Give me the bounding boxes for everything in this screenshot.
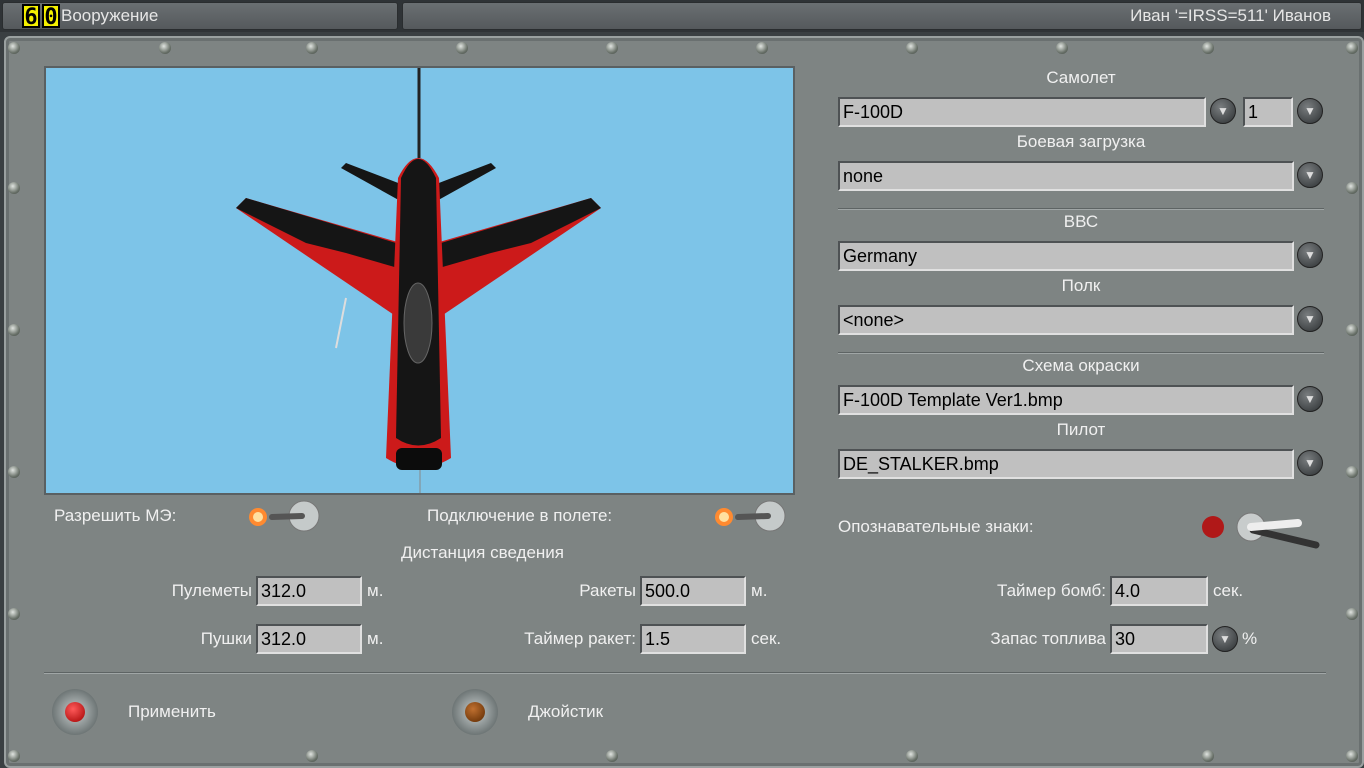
screw-icon [606,750,618,762]
bomb-timer-unit: сек. [1213,581,1244,600]
aircraft-count-select[interactable]: 1 [1243,97,1293,127]
title-bar: Вооружение 60 Иван '=IRSS=511' Иванов [0,0,1364,32]
mg-label: Пулеметы [171,581,252,600]
joystick-button[interactable] [452,689,498,735]
chevron-down-icon[interactable]: ▼ [1212,626,1238,652]
screw-icon [1202,750,1214,762]
screw-icon [1346,466,1358,478]
rockets-label: Ракеты [579,581,636,600]
markings-label: Опознавательные знаки: [838,517,1034,536]
fps-digit: 6 [22,4,40,30]
mg-input[interactable]: 312.0 [256,576,362,606]
loadout-label: Боевая загрузка [1016,132,1146,151]
page-title: Вооружение [61,6,159,25]
cannon-label: Пушки [200,629,252,648]
rocket-timer-label: Таймер ракет: [524,629,636,648]
apply-label[interactable]: Применить [128,702,216,722]
inflight-join-label: Подключение в полете: [427,506,613,525]
screw-icon [1346,182,1358,194]
screw-icon [906,42,918,54]
fps-digit: 0 [42,4,60,30]
chevron-down-icon[interactable]: ▼ [1297,450,1323,476]
chevron-down-icon[interactable]: ▼ [1297,386,1323,412]
rocket-timer-input[interactable]: 1.5 [640,624,746,654]
screw-icon [8,750,20,762]
chevron-down-icon[interactable]: ▼ [1297,306,1323,332]
divider [838,208,1324,210]
bomb-timer-input[interactable]: 4.0 [1110,576,1208,606]
skin-select[interactable]: F-100D Template Ver1.bmp [838,385,1294,415]
screw-icon [306,42,318,54]
mg-unit: м. [367,581,384,600]
screw-icon [906,750,918,762]
pilot-select[interactable]: DE_STALKER.bmp [838,449,1294,479]
tab-title: Вооружение [2,2,398,30]
screw-icon [8,608,20,620]
chevron-down-icon[interactable]: ▼ [1297,98,1323,124]
screw-icon [1346,750,1358,762]
bomb-timer-label: Таймер бомб: [996,581,1106,600]
cannon-unit: м. [367,629,384,648]
screw-icon [306,750,318,762]
screw-icon [1346,324,1358,336]
fps-counter: 60 [22,4,60,30]
user-name: Иван '=IRSS=511' Иванов [1130,6,1331,25]
chevron-down-icon[interactable]: ▼ [1210,98,1236,124]
apply-button[interactable] [52,689,98,735]
allow-me-toggle[interactable] [242,500,324,534]
rocket-timer-unit: сек. [751,629,782,648]
screw-icon [756,42,768,54]
chevron-down-icon[interactable]: ▼ [1297,242,1323,268]
joystick-label[interactable]: Джойстик [528,702,603,722]
screw-icon [1056,42,1068,54]
air-force-label: ВВС [1063,212,1099,231]
chevron-down-icon[interactable]: ▼ [1297,162,1323,188]
screw-icon [8,182,20,194]
screw-icon [8,42,20,54]
divider [44,672,1326,674]
aircraft-model-icon [236,68,601,493]
screw-icon [8,466,20,478]
fuel-unit: % [1242,629,1258,648]
inflight-join-toggle[interactable] [708,500,790,534]
cannon-input[interactable]: 312.0 [256,624,362,654]
regiment-label: Полк [1061,276,1101,295]
screw-icon [1346,42,1358,54]
screw-icon [456,42,468,54]
air-force-select[interactable]: Germany [838,241,1294,271]
screw-icon [159,42,171,54]
convergence-title: Дистанция сведения [401,543,564,562]
rockets-unit: м. [751,581,768,600]
aircraft-label: Самолет [1046,68,1116,87]
skin-label: Схема окраски [1022,356,1140,375]
fuel-label: Запас топлива [990,629,1106,648]
aircraft-select[interactable]: F-100D [838,97,1206,127]
user-tab: Иван '=IRSS=511' Иванов [402,2,1362,30]
allow-me-label: Разрешить МЭ: [54,506,177,525]
markings-toggle-switch[interactable] [1198,510,1324,552]
aircraft-preview[interactable] [44,66,795,495]
screw-icon [606,42,618,54]
rockets-input[interactable]: 500.0 [640,576,746,606]
divider [838,352,1324,354]
fuel-select[interactable]: 30 [1110,624,1208,654]
screw-icon [8,324,20,336]
pilot-label: Пилот [1056,420,1106,439]
screw-icon [1346,608,1358,620]
regiment-select[interactable]: <none> [838,305,1294,335]
loadout-select[interactable]: none [838,161,1294,191]
screw-icon [1202,42,1214,54]
